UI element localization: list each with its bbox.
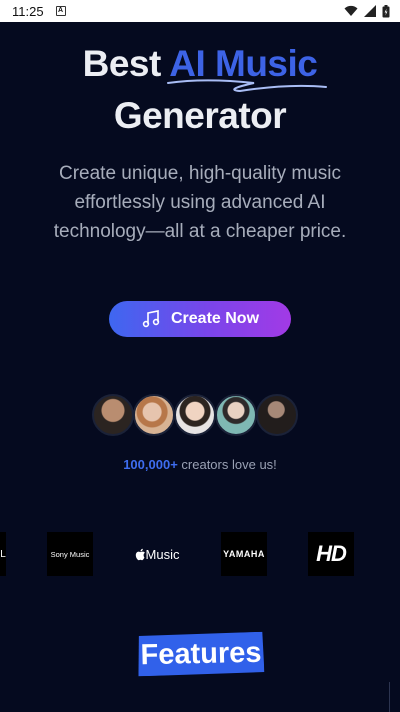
status-right [344,4,390,18]
apple-music-logo: Music [134,532,180,576]
avatar [133,394,175,436]
hero-title-word: Best [82,43,162,84]
status-time: 11:25 [12,3,44,19]
status-left: 11:25 A [12,4,66,19]
music-note-icon [142,310,160,328]
apple-music-label: Music [145,546,180,562]
create-now-button[interactable]: Create Now [109,301,291,337]
hero-title-line2: Generator [113,95,287,136]
partial-brand-logo: L [0,532,6,576]
hero-subtitle: Create unique, high-quality music effort… [53,163,347,242]
yamaha-logo: YAMAHA [221,532,267,576]
apple-icon [135,548,145,560]
creators-text: creators love us! [177,457,277,472]
features-heading: Features [138,632,265,677]
wifi-icon [344,5,358,16]
avatar [92,394,134,436]
avatar [215,394,257,436]
signal-icon [364,5,376,17]
creator-avatars [92,394,298,436]
hd-logo: HD [308,532,354,576]
sony-music-logo: Sony Music [47,532,93,576]
status-bar: 11:25 A [0,0,400,22]
avatar [174,394,216,436]
scrollbar[interactable] [389,682,390,712]
battery-icon [382,4,390,17]
creators-count-text: 100,000+ creators love us! [0,457,400,472]
brand-logos-strip: L Sony Music Music YAMAHA HD [0,532,400,578]
create-now-label: Create Now [170,310,260,327]
creators-count: 100,000+ [123,457,178,472]
notification-app-icon: A [55,6,66,16]
scribble-underline-icon [167,79,327,93]
landing-page: Best AI Music Generator Create unique, h… [0,22,400,712]
avatar [256,394,298,436]
